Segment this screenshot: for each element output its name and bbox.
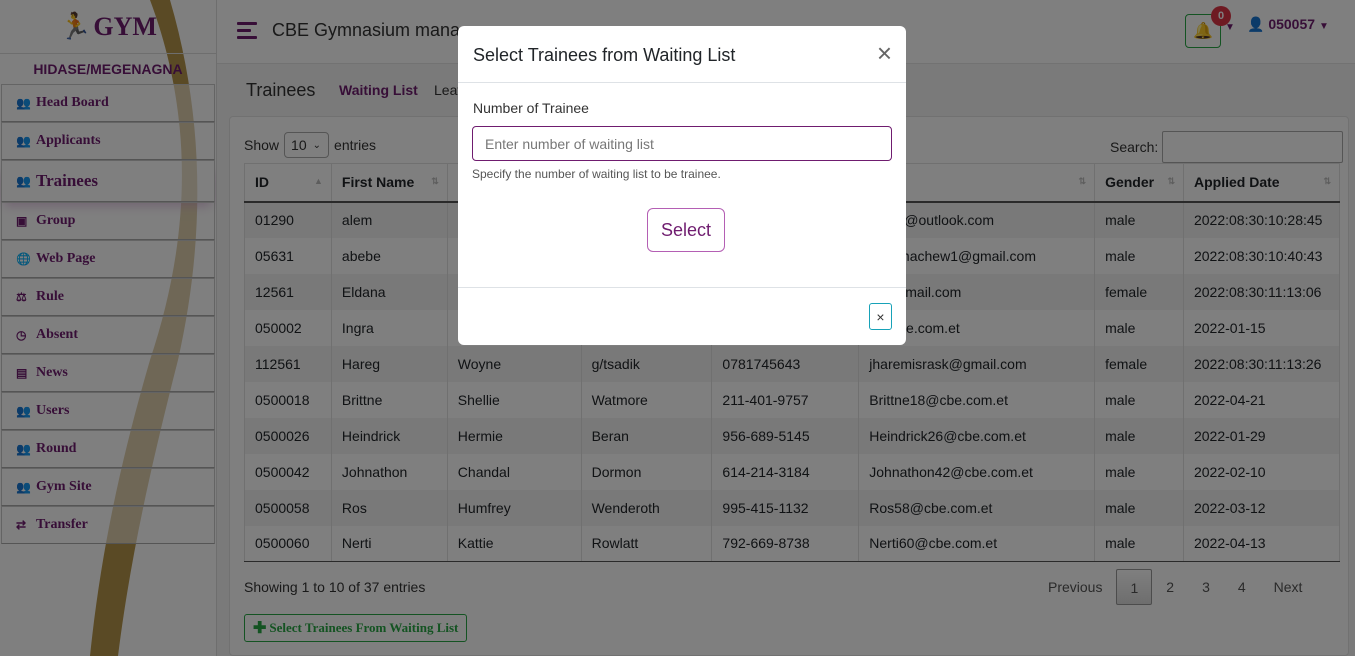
modal-title: Select Trainees from Waiting List [473, 45, 736, 65]
modal-header: Select Trainees from Waiting List × [458, 26, 906, 83]
number-of-trainee-input[interactable]: Enter number of waiting list [472, 126, 892, 161]
input-help-text: Specify the number of waiting list to be… [472, 167, 721, 181]
select-button[interactable]: Select [647, 208, 725, 252]
number-of-trainee-label: Number of Trainee [473, 100, 589, 116]
close-icon[interactable]: × [877, 40, 892, 66]
modal-footer-close-button[interactable]: × [869, 303, 892, 330]
select-trainees-modal: Select Trainees from Waiting List × Numb… [458, 26, 906, 345]
modal-body: Number of Trainee Enter number of waitin… [458, 83, 906, 288]
